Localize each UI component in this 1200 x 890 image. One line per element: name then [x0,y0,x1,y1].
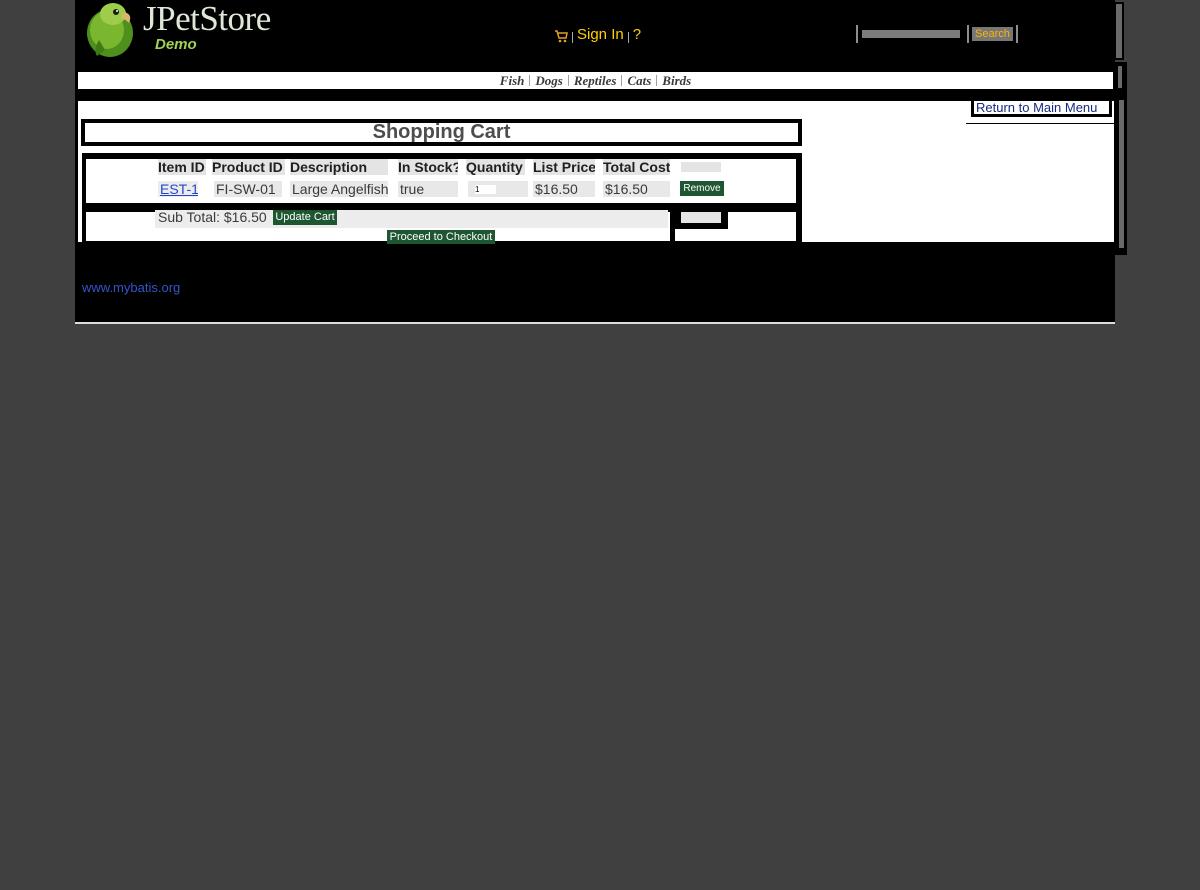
logo-name: JPetStore [143,0,271,38]
table-row-total-cost: $16.50 [603,181,670,197]
footer-divider [75,322,1115,324]
column-header-description: Description [290,159,388,175]
footer [75,255,1115,322]
table-row-product-id: FI-SW-01 [214,181,282,197]
table-row-in-stock: true [398,181,458,197]
column-header-product-id: Product ID [212,159,285,175]
category-bar: Fish Dogs Reptiles Cats Birds [78,72,1113,89]
category-separator [567,75,569,86]
divider [966,123,1114,124]
menu-separator [572,31,573,43]
table-row-item-id: EST-1 [158,181,198,197]
search-divider [1015,25,1018,43]
category-birds[interactable]: Birds [662,74,691,87]
item-id-link[interactable]: EST-1 [160,181,198,197]
column-header-actions [681,162,721,172]
return-main-menu-button[interactable]: Return to Main Menu [971,99,1112,117]
cart-title-box: Shopping Cart [81,119,802,146]
quantity-input[interactable] [475,185,496,194]
logo-tagline: Demo [155,36,197,53]
column-header-item-id: Item ID [158,159,206,175]
remove-item-button[interactable]: Remove [680,181,724,196]
table-row-quantity [468,181,528,197]
category-separator [656,75,658,86]
subtotal-actions-cell [681,212,721,223]
cart-icon[interactable] [554,29,568,43]
table-row-list-price: $16.50 [533,181,595,197]
cart-table-footer-gap [675,229,728,241]
column-header-in-stock: In Stock? [398,159,458,175]
category-fish[interactable]: Fish [500,74,525,87]
header-scroll-edge [1115,2,1124,60]
category-reptiles[interactable]: Reptiles [574,74,617,87]
proceed-to-checkout-button[interactable]: Proceed to Checkout [387,230,495,244]
search-button[interactable]: Search [972,27,1013,41]
search-divider [856,25,858,43]
update-cart-button[interactable]: Update Cart [273,210,337,225]
mybatis-link[interactable]: www.mybatis.org [82,280,180,296]
return-main-menu-label: Return to Main Menu [974,101,1109,114]
search-form: Search [856,24,1018,44]
category-dogs[interactable]: Dogs [535,74,562,87]
column-header-list-price: List Price [533,159,595,175]
menu-separator [627,31,629,43]
page-title: Shopping Cart [85,122,798,142]
sign-in-link[interactable]: Sign In [577,26,624,43]
category-separator [621,75,623,86]
help-link[interactable]: ? [633,26,641,43]
header-menu: Sign In ? [554,24,641,44]
store-logo[interactable]: JPetStore Demo [83,0,295,60]
search-divider [967,25,969,43]
search-input[interactable] [862,30,960,38]
category-separator [529,75,531,86]
cart-table-footer-right [728,212,796,241]
column-header-quantity: Quantity [466,159,525,175]
column-header-total-cost: Total Cost [603,159,670,175]
table-row-description: Large Angelfish [290,181,388,197]
parrot-logo-icon [87,3,133,57]
subtotal-text: Sub Total: $16.50 [158,209,267,225]
content-scroll-edge [1119,100,1124,248]
category-cats[interactable]: Cats [627,74,651,87]
